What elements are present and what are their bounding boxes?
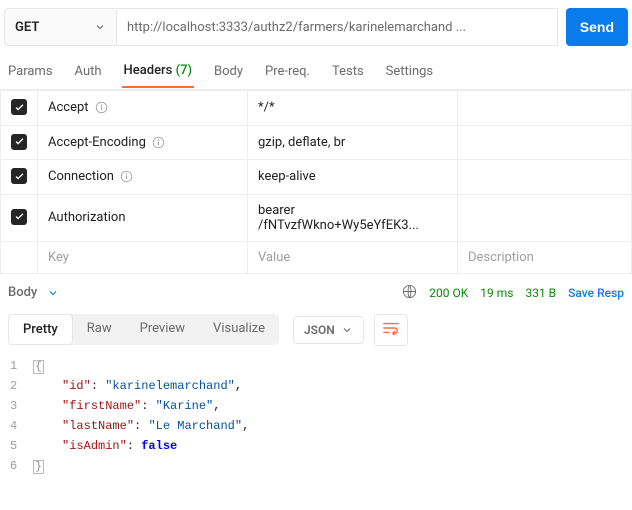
header-row[interactable]: Connection keep-alive — [1, 160, 632, 195]
header-key: Authorization — [48, 210, 126, 225]
chevron-down-icon — [94, 21, 106, 33]
response-toolbar: Pretty Raw Preview Visualize JSON — [0, 308, 632, 356]
save-response-button[interactable]: Save Resp — [568, 286, 624, 300]
tab-params[interactable]: Params — [6, 56, 55, 87]
info-icon — [95, 101, 108, 114]
header-value[interactable]: gzip, deflate, br — [248, 125, 458, 160]
view-tab-raw[interactable]: Raw — [73, 314, 126, 345]
tab-body[interactable]: Body — [212, 56, 245, 87]
header-row[interactable]: Accept */* — [1, 91, 632, 126]
checkbox-icon[interactable] — [11, 134, 27, 150]
url-input[interactable]: http://localhost:3333/authz2/farmers/kar… — [116, 8, 558, 46]
info-icon — [152, 136, 165, 149]
code-lines: { "id": "karinelemarchand", "firstName":… — [33, 356, 632, 476]
response-status-bar: Body 200 OK 19 ms 331 B Save Resp — [0, 274, 632, 308]
json-viewer[interactable]: 1 2 3 4 5 6 { "id": "karinelemarchand", … — [0, 356, 632, 476]
header-value[interactable]: keep-alive — [248, 160, 458, 195]
tab-tests[interactable]: Tests — [330, 56, 366, 87]
view-tab-preview[interactable]: Preview — [126, 314, 199, 345]
checkbox-icon[interactable] — [11, 209, 27, 225]
header-description[interactable] — [458, 194, 632, 241]
view-tab-pretty[interactable]: Pretty — [8, 314, 73, 345]
header-desc-placeholder[interactable]: Description — [458, 241, 632, 273]
header-description[interactable] — [458, 125, 632, 160]
response-time: 19 ms — [480, 286, 513, 300]
header-description[interactable] — [458, 91, 632, 126]
checkbox-icon[interactable] — [11, 99, 27, 115]
status-code: 200 OK — [429, 286, 468, 300]
response-size: 331 B — [525, 286, 556, 300]
header-key: Accept-Encoding — [48, 135, 146, 150]
wrap-lines-icon[interactable] — [374, 314, 408, 346]
line-gutter: 1 2 3 4 5 6 — [6, 356, 33, 476]
globe-icon[interactable] — [402, 284, 417, 302]
tab-auth[interactable]: Auth — [73, 56, 104, 87]
chevron-down-icon — [341, 324, 353, 336]
header-row[interactable]: Accept-Encoding gzip, deflate, br — [1, 125, 632, 160]
request-tabs: Params Auth Headers (7) Body Pre-req. Te… — [0, 54, 632, 90]
checkbox-icon[interactable] — [11, 168, 27, 184]
header-row-new[interactable]: Key Value Description — [1, 241, 632, 273]
url-value: http://localhost:3333/authz2/farmers/kar… — [127, 20, 466, 35]
format-select[interactable]: JSON — [293, 316, 364, 344]
view-tabs: Pretty Raw Preview Visualize — [8, 314, 279, 345]
header-value-placeholder[interactable]: Value — [248, 241, 458, 273]
header-key: Accept — [48, 100, 89, 115]
info-icon — [120, 170, 133, 183]
tab-settings[interactable]: Settings — [384, 56, 435, 87]
tab-prereq[interactable]: Pre-req. — [263, 56, 312, 87]
header-value[interactable]: */* — [248, 91, 458, 126]
header-description[interactable] — [458, 160, 632, 195]
http-method-value: GET — [15, 20, 39, 35]
send-button[interactable]: Send — [566, 8, 628, 46]
view-tab-visualize[interactable]: Visualize — [199, 314, 279, 345]
header-row[interactable]: Authorization bearer /fNTvzfWkno+Wy5eYfE… — [1, 194, 632, 241]
header-value[interactable]: bearer /fNTvzfWkno+Wy5eYfEK3... — [248, 194, 458, 241]
header-key-placeholder[interactable]: Key — [38, 241, 248, 273]
http-method-select[interactable]: GET — [4, 8, 116, 46]
headers-table: Accept */* Accept-Encoding gzip, deflate… — [0, 90, 632, 274]
response-body-label[interactable]: Body — [8, 285, 37, 300]
header-key: Connection — [48, 169, 114, 184]
tab-headers[interactable]: Headers (7) — [122, 55, 194, 88]
chevron-down-icon[interactable] — [47, 287, 59, 299]
